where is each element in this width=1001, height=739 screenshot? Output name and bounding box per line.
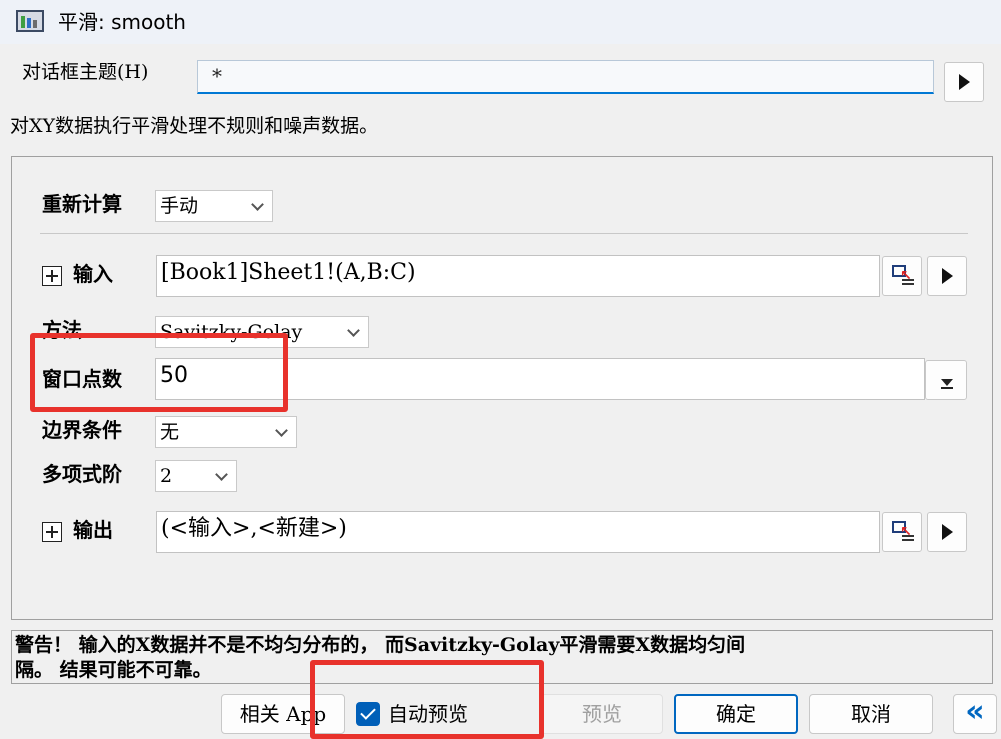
chevron-down-icon [347,324,360,337]
chevron-down-icon [275,424,288,437]
output-menu-button[interactable] [927,512,967,552]
play-arrow-icon [941,268,953,284]
play-arrow-icon [941,524,953,540]
play-arrow-icon [958,74,970,90]
poly-order-select[interactable]: 2 [155,460,237,492]
input-menu-button[interactable] [927,256,967,296]
preview-button[interactable]: 预览 [541,694,663,734]
window-points-dropdown-button[interactable] [925,360,967,400]
output-expand-icon[interactable] [42,522,62,542]
recalc-label: 重新计算 [42,192,122,216]
theme-menu-button[interactable] [944,62,984,102]
warning-line-1: 警告！ 输入的X数据并不是不均匀分布的， 而Savitzky-Golay平滑需要… [15,634,746,656]
input-select-range-button[interactable]: ↖ [882,256,922,296]
chevron-down-icon [251,198,264,211]
chevron-down-icon [215,468,228,481]
output-label: 输出 [73,518,113,542]
recalc-select[interactable]: 手动 [155,190,273,222]
annotation-highlight-window-points [30,333,288,412]
annotation-highlight-auto-preview [310,660,544,739]
input-range-field[interactable]: [Book1]Sheet1!(A,B:C) [156,255,880,297]
boundary-label: 边界条件 [42,418,122,442]
input-label: 输入 [73,262,113,286]
ok-button[interactable]: 确定 [674,694,798,734]
dialog-description: 对XY数据执行平滑处理不规则和噪声数据。 [10,115,379,137]
recalc-select-value: 手动 [160,195,199,217]
poly-order-select-value: 2 [160,465,173,487]
app-icon [16,10,44,32]
boundary-select[interactable]: 无 [155,416,297,448]
poly-order-label: 多项式阶 [42,462,122,486]
output-select-range-button[interactable]: ↖ [882,512,922,552]
select-range-icon: ↖ [892,265,914,287]
theme-input[interactable]: * [197,60,934,94]
output-range-field[interactable]: (<输入>,<新建>) [156,511,880,553]
input-expand-icon[interactable] [42,266,62,286]
window-title: 平滑: smooth [58,10,186,34]
theme-label: 对话框主题(H) [22,61,149,83]
select-range-icon: ↖ [892,521,914,543]
divider [40,233,968,234]
boundary-select-value: 无 [160,421,180,443]
cancel-button[interactable]: 取消 [809,694,933,734]
title-bar: 平滑: smooth [0,0,1001,44]
collapse-button[interactable]: « [953,694,997,734]
dropdown-arrow-icon [941,379,953,386]
